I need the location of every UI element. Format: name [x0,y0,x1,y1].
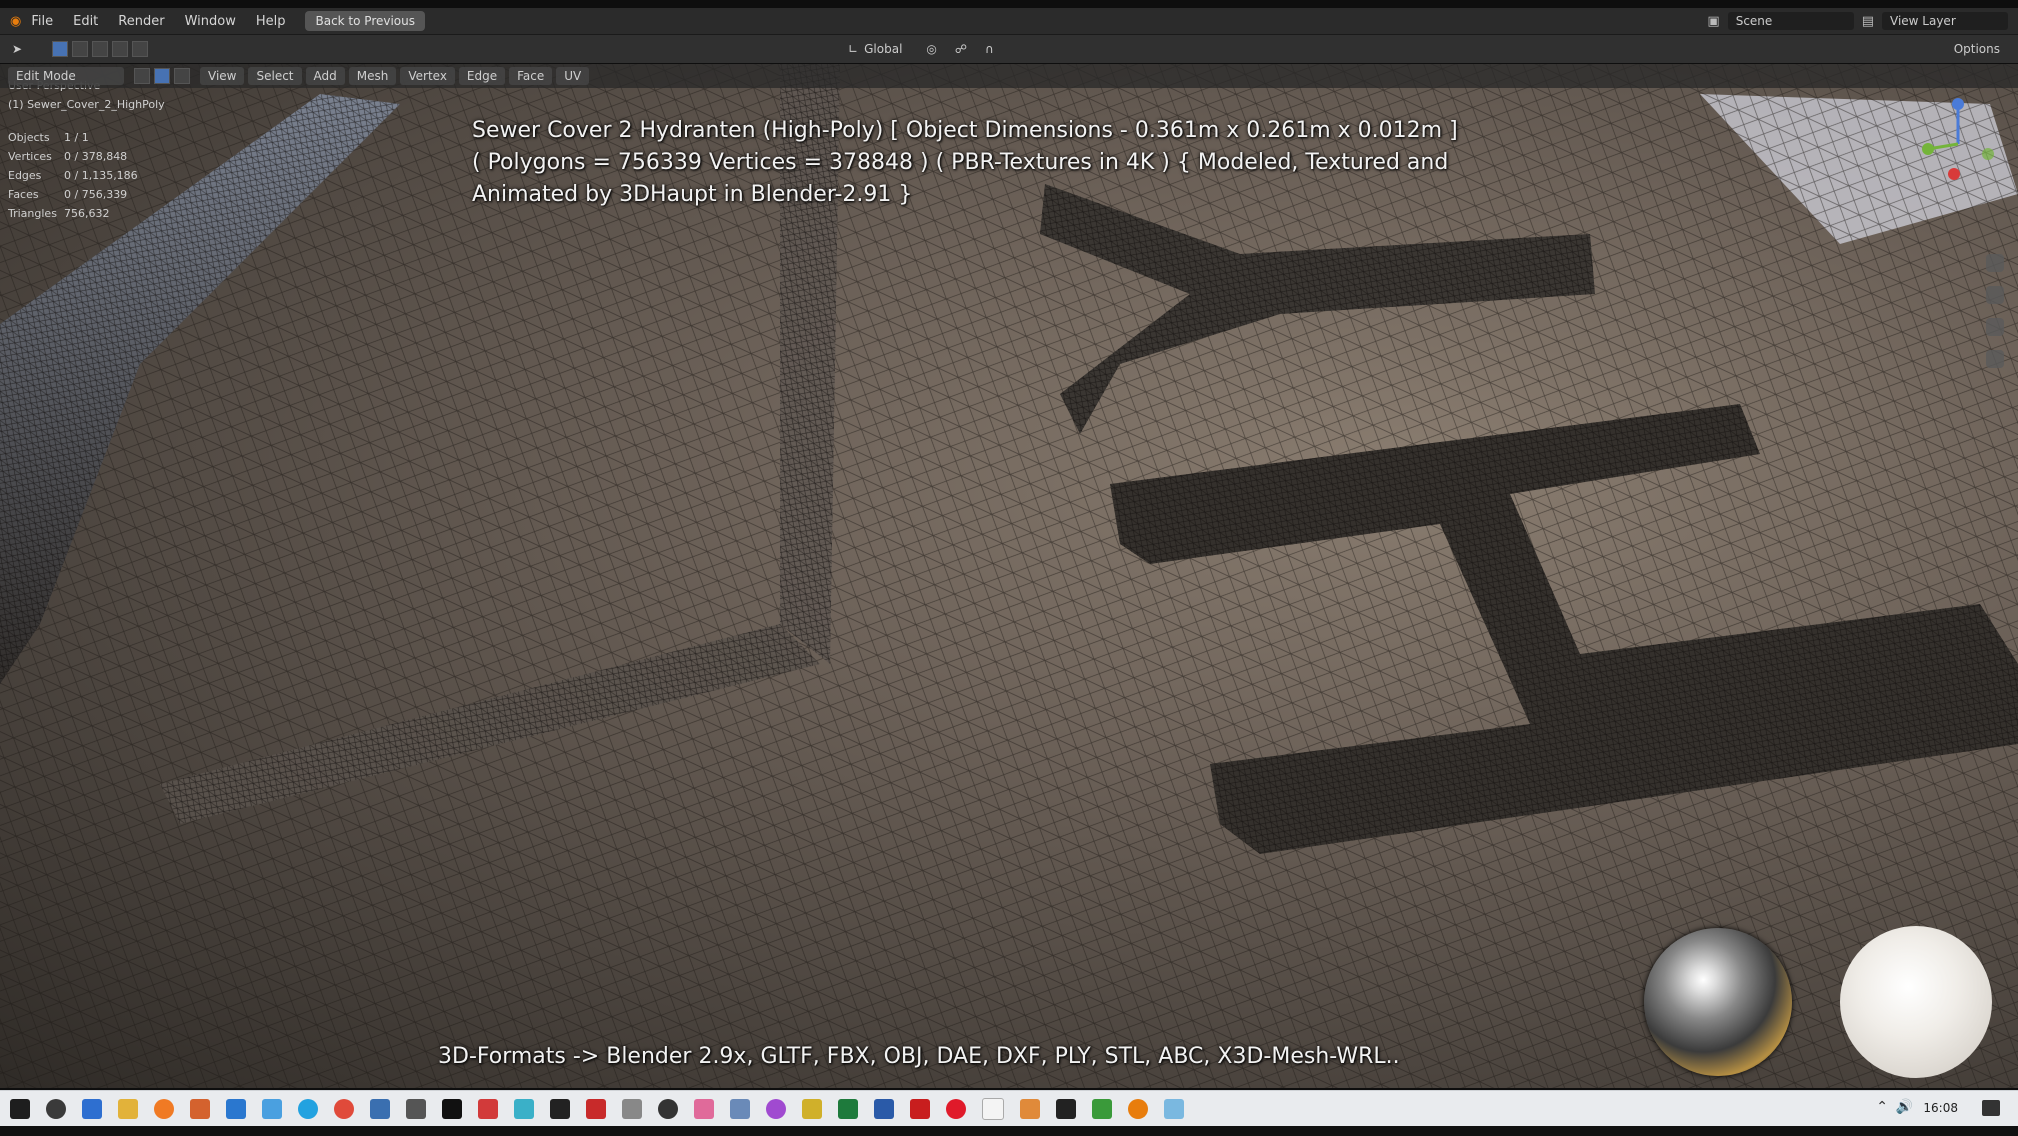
select-mode-subtract-icon[interactable] [92,41,109,57]
opera-icon[interactable] [946,1099,966,1119]
app13-icon[interactable] [1164,1099,1184,1119]
select-mode-extend-icon[interactable] [72,41,89,57]
console-icon[interactable] [1056,1099,1076,1119]
menu-view[interactable]: View [200,67,245,85]
zoom-icon[interactable] [1986,254,2004,272]
volume-icon[interactable]: 🔊 [1896,1099,1913,1115]
caption-line-3: Animated by 3DHaupt in Blender-2.91 } [472,182,913,207]
snap-icon[interactable]: ☍ [955,42,967,56]
terminal-icon[interactable] [442,1099,462,1119]
hdri-chrome-sphere [1644,928,1792,1076]
blender-icon[interactable] [1128,1099,1148,1119]
stat-row: Faces 0 / 756,339 [8,188,128,201]
windows-taskbar: ⌃ 🔊 16:08 [0,1090,2018,1127]
scene-controls: ▣ Scene ▤ View Layer [1707,8,2008,34]
app4-icon[interactable] [622,1099,642,1119]
hdri-diffuse-sphere [1840,926,1992,1078]
stat-row: Edges 0 / 1,135,186 [8,169,138,182]
tool-settings-bar: ➤ ∟ Global ◎ ☍ ∩ Options [0,35,2018,63]
menu-mesh[interactable]: Mesh [348,67,397,85]
windows-start-icon[interactable] [10,1099,30,1119]
paint-icon[interactable] [478,1099,498,1119]
viewport-nav-tools [1986,254,2004,368]
search-icon[interactable] [46,1099,66,1119]
store-icon[interactable] [370,1099,390,1119]
viewport-header: Edit Mode View Select Add Mesh Vertex Ed… [0,64,2018,88]
app10-icon[interactable] [910,1099,930,1119]
outlook-icon[interactable] [226,1099,246,1119]
viewport-stats: User Perspective (1) Sewer_Cover_2_HighP… [8,76,165,223]
formats-caption: 3D-Formats -> Blender 2.9x, GLTF, FBX, O… [438,1044,1400,1069]
stat-row: Objects 1 / 1 [8,131,89,144]
view-layer-field[interactable]: View Layer [1882,12,2008,30]
vertex-select-icon[interactable] [134,68,150,84]
caption-line-1: Sewer Cover 2 Hydranten (High-Poly) [ Ob… [472,118,1458,143]
menu-edit[interactable]: Edit [63,14,108,29]
word-icon[interactable] [874,1099,894,1119]
notification-icon[interactable] [1982,1100,2000,1116]
blender-logo-icon[interactable]: ◉ [10,14,21,29]
bottom-strip [0,1126,2018,1136]
title-caption: Sewer Cover 2 Hydranten (High-Poly) [ Ob… [472,115,1482,211]
scene-field[interactable]: Scene [1727,12,1854,30]
menu-render[interactable]: Render [108,14,174,29]
app2-icon[interactable] [514,1099,534,1119]
chrome-icon[interactable] [334,1099,354,1119]
camera-icon[interactable] [1986,318,2004,336]
menu-window[interactable]: Window [175,14,246,29]
app7-icon[interactable] [730,1099,750,1119]
pivot-point-icon[interactable]: ◎ [926,42,936,56]
select-tool-icon[interactable]: ➤ [12,42,22,56]
app6-icon[interactable] [694,1099,714,1119]
app11-icon[interactable] [1020,1099,1040,1119]
view-layer-icon[interactable]: ▤ [1862,14,1874,29]
options-dropdown[interactable]: Options [1954,42,2000,56]
menu-face[interactable]: Face [509,67,553,85]
menu-help[interactable]: Help [246,14,296,29]
menu-edge[interactable]: Edge [458,67,506,85]
scene-icon[interactable]: ▣ [1707,14,1719,29]
tray-chevron-icon[interactable]: ⌃ [1876,1099,1888,1115]
caption-line-2: ( Polygons = 756339 Vertices = 378848 ) … [472,150,1449,175]
navigation-gizmo[interactable] [1908,94,1998,184]
edge-select-icon[interactable] [154,68,170,84]
transform-orientation-icon[interactable]: ∟ [848,42,858,56]
menubar: ◉ File Edit Render Window Help Back to P… [0,8,2018,35]
menu-uv[interactable]: UV [556,67,590,85]
notepad2-icon[interactable] [982,1098,1004,1120]
pan-hand-icon[interactable] [1986,286,2004,304]
menu-add[interactable]: Add [305,67,345,85]
transform-orientation-dropdown[interactable]: Global [864,42,902,56]
grid-icon[interactable] [1986,350,2004,368]
firefox-icon[interactable] [154,1099,174,1119]
menu-select[interactable]: Select [248,67,302,85]
proportional-edit-icon[interactable]: ∩ [985,42,994,56]
folder-icon[interactable] [118,1099,138,1119]
app-icon[interactable] [406,1099,426,1119]
select-mode-invert-icon[interactable] [112,41,129,57]
excel-icon[interactable] [838,1099,858,1119]
app9-icon[interactable] [802,1099,822,1119]
face-select-icon[interactable] [174,68,190,84]
file-explorer-icon[interactable] [82,1099,102,1119]
acrobat-icon[interactable] [586,1099,606,1119]
select-mode-new-icon[interactable] [52,41,69,57]
app12-icon[interactable] [1092,1099,1112,1119]
app3-icon[interactable] [550,1099,570,1119]
mode-dropdown[interactable]: Edit Mode [8,67,124,85]
skype-icon[interactable] [298,1099,318,1119]
object-name-label: (1) Sewer_Cover_2_HighPoly [8,98,165,111]
back-to-previous-button[interactable]: Back to Previous [305,11,426,31]
select-mode-intersect-icon[interactable] [132,41,149,57]
mail-icon[interactable] [262,1099,282,1119]
app8-icon[interactable] [766,1099,786,1119]
stat-row: Triangles 756,632 [8,207,110,220]
clock[interactable]: 16:08 [1923,1101,1958,1115]
stat-row: Vertices 0 / 378,848 [8,150,128,163]
app5-icon[interactable] [658,1099,678,1119]
notepad-icon[interactable] [190,1099,210,1119]
menu-file[interactable]: File [21,14,63,29]
menu-vertex[interactable]: Vertex [400,67,455,85]
